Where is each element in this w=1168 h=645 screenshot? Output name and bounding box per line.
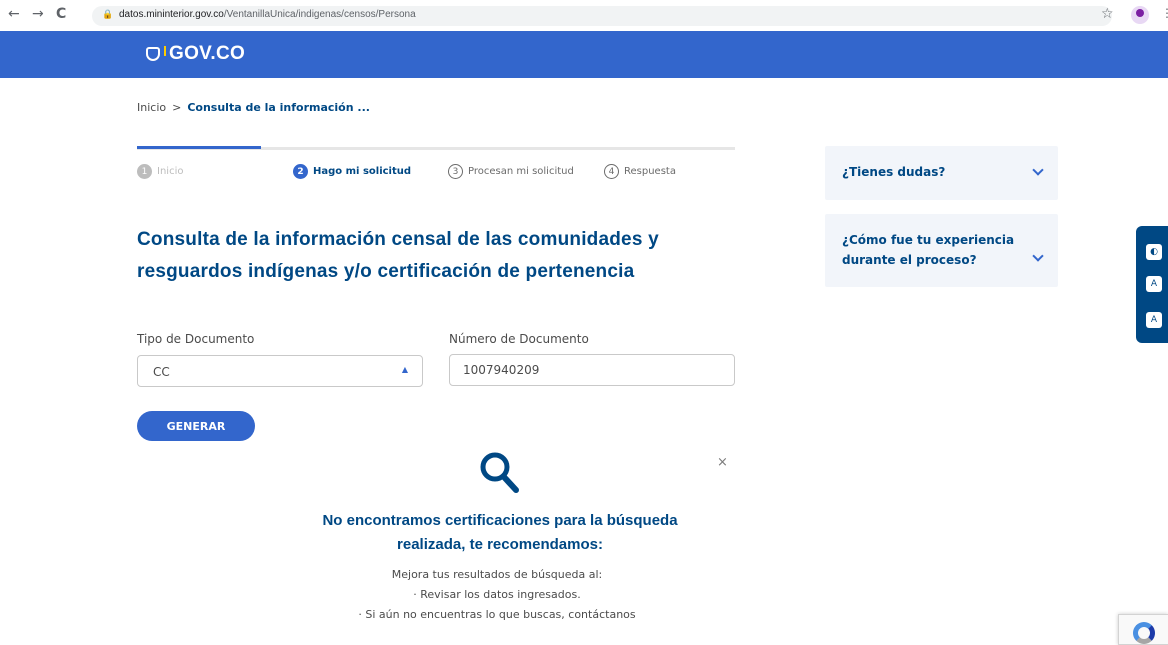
faq-dudas[interactable]: ¿Tienes dudas? <box>825 146 1058 200</box>
faq-experiencia-label: ¿Cómo fue tu experiencia durante el proc… <box>842 233 1015 267</box>
generar-button[interactable]: GENERAR <box>137 411 255 441</box>
gov-header: GOV.CO <box>0 31 1168 78</box>
chevron-down-icon <box>1032 164 1044 176</box>
no-results-title: No encontramos certificaciones para la b… <box>322 512 678 553</box>
accessibility-bar: ◐ A A <box>1136 226 1168 343</box>
doc-number-label: Número de Documento <box>449 332 589 346</box>
tip-contact: · Si aún no encuentras lo que buscas, co… <box>358 608 636 621</box>
step-label: Respuesta <box>624 166 676 177</box>
back-arrow-icon[interactable]: ← <box>8 6 20 22</box>
step-inicio: 1 Inicio <box>137 164 183 179</box>
tip-intro: Mejora tus resultados de búsqueda al: <box>391 568 603 581</box>
recaptcha-badge[interactable] <box>1118 614 1168 645</box>
breadcrumb-current: Consulta de la información ... <box>187 101 370 114</box>
doc-type-select[interactable]: CC ▲ <box>137 355 423 387</box>
tip-check-data: · Revisar los datos ingresados. <box>413 588 581 601</box>
recaptcha-icon <box>1133 622 1155 644</box>
lock-icon: 🔒 <box>102 10 114 20</box>
profile-avatar-icon[interactable] <box>1131 6 1149 24</box>
breadcrumb: Inicio > Consulta de la información ... <box>137 101 370 114</box>
step-label: Inicio <box>157 166 184 177</box>
step-number: 3 <box>448 164 463 179</box>
step-respuesta: 4 Respuesta <box>604 164 676 179</box>
close-icon[interactable]: × <box>717 455 728 470</box>
reload-icon[interactable]: C <box>56 6 66 22</box>
step-label: Procesan mi solicitud <box>468 166 574 177</box>
gov-logo-accent <box>164 46 166 56</box>
url-text: datos.mininterior.gov.co/VentanillaUnica… <box>119 9 416 20</box>
chevron-down-icon <box>1032 250 1044 262</box>
doc-number-input[interactable] <box>449 354 735 386</box>
step-hago-mi-solicitud: 2 Hago mi solicitud <box>293 164 411 179</box>
caret-up-icon: ▲ <box>401 365 408 374</box>
faq-dudas-label: ¿Tienes dudas? <box>842 165 946 179</box>
steps-progress <box>137 146 261 149</box>
gov-co-logo[interactable]: GOV.CO <box>146 43 245 65</box>
bookmark-star-icon[interactable]: ☆ <box>1101 6 1114 22</box>
gov-emblem-icon <box>146 47 160 61</box>
contrast-icon[interactable]: ◐ <box>1146 244 1162 260</box>
breadcrumb-home[interactable]: Inicio <box>137 101 166 114</box>
increase-font-icon[interactable]: A <box>1146 312 1162 328</box>
gov-logo-text: GOV.CO <box>169 43 246 64</box>
browser-menu-icon[interactable]: ⋮ <box>1161 7 1168 19</box>
breadcrumb-separator: > <box>172 101 182 114</box>
search-icon <box>480 452 519 493</box>
browser-toolbar: ← → C 🔒 datos.mininterior.gov.co/Ventani… <box>0 0 1168 31</box>
doc-type-value: CC <box>153 365 170 379</box>
step-number: 2 <box>293 164 308 179</box>
step-number: 1 <box>137 164 152 179</box>
address-bar[interactable]: 🔒 datos.mininterior.gov.co/VentanillaUni… <box>92 6 1112 26</box>
faq-experiencia[interactable]: ¿Cómo fue tu experiencia durante el proc… <box>825 214 1058 287</box>
step-procesan-mi-solicitud: 3 Procesan mi solicitud <box>448 164 574 179</box>
step-label: Hago mi solicitud <box>313 166 412 177</box>
page-title: Consulta de la información censal de las… <box>137 229 659 282</box>
forward-arrow-icon[interactable]: → <box>32 6 44 22</box>
doc-type-label: Tipo de Documento <box>137 332 255 346</box>
decrease-font-icon[interactable]: A <box>1146 276 1162 292</box>
no-results-tips: Mejora tus resultados de búsqueda al: · … <box>297 565 697 625</box>
step-number: 4 <box>604 164 619 179</box>
